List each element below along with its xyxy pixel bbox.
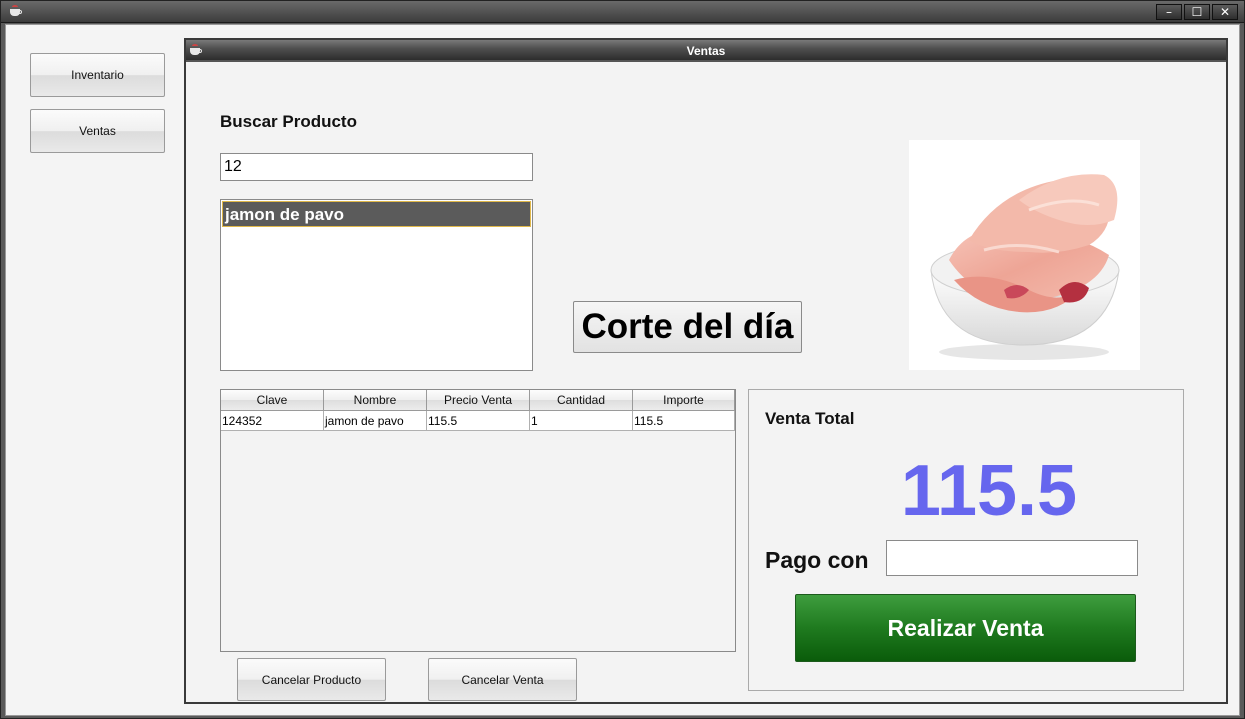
buscar-producto-label: Buscar Producto (220, 112, 357, 131)
close-button[interactable]: ✕ (1212, 4, 1238, 20)
minimize-button[interactable]: – (1156, 4, 1182, 20)
cell-clave[interactable]: 124352 (221, 411, 324, 431)
ventas-button[interactable]: Ventas (30, 109, 165, 153)
ventas-titlebar[interactable]: Ventas (186, 40, 1226, 62)
column-header-cantidad[interactable]: Cantidad (530, 390, 633, 411)
corte-del-dia-button[interactable]: Corte del día (573, 301, 802, 353)
product-image (909, 140, 1140, 370)
realizar-venta-button[interactable]: Realizar Venta (795, 594, 1136, 662)
search-input[interactable] (220, 153, 533, 181)
inventario-button[interactable]: Inventario (30, 53, 165, 97)
table-row[interactable]: 124352 jamon de pavo 115.5 1 115.5 (221, 411, 735, 431)
pago-con-label: Pago con (765, 547, 869, 573)
main-window: – ☐ ✕ Inventario Ventas Ventas Buscar Pr… (0, 0, 1245, 719)
total-amount: 115.5 (900, 451, 1078, 531)
ventas-title: Ventas (686, 44, 726, 58)
sales-table[interactable]: Clave Nombre Precio Venta Cantidad Impor… (220, 389, 736, 652)
maximize-button[interactable]: ☐ (1184, 4, 1210, 20)
cancel-sale-button[interactable]: Cancelar Venta (428, 658, 577, 701)
window-controls: – ☐ ✕ (1156, 4, 1238, 20)
ventas-internal-frame: Ventas Buscar Producto jamon de pavo Cor… (184, 38, 1228, 704)
product-result-list[interactable]: jamon de pavo (220, 199, 533, 371)
cancel-product-button[interactable]: Cancelar Producto (237, 658, 386, 701)
main-content: Inventario Ventas Ventas Buscar Producto… (5, 24, 1240, 716)
venta-total-label: Venta Total (765, 409, 855, 428)
column-header-precio-venta[interactable]: Precio Venta (427, 390, 530, 411)
ham-bowl-illustration (930, 174, 1120, 360)
list-item-selected[interactable]: jamon de pavo (222, 201, 531, 227)
column-header-clave[interactable]: Clave (221, 390, 324, 411)
table-header: Clave Nombre Precio Venta Cantidad Impor… (221, 390, 735, 411)
payment-input[interactable] (886, 540, 1138, 576)
total-panel: Venta Total 115.5 Pago con Realizar Vent… (748, 389, 1184, 691)
java-cup-icon (9, 5, 23, 17)
cell-nombre[interactable]: jamon de pavo (324, 411, 427, 431)
column-header-importe[interactable]: Importe (633, 390, 735, 411)
cell-precio-venta[interactable]: 115.5 (427, 411, 530, 431)
column-header-nombre[interactable]: Nombre (324, 390, 427, 411)
cell-cantidad[interactable]: 1 (530, 411, 633, 431)
cell-importe[interactable]: 115.5 (633, 411, 735, 431)
main-titlebar[interactable]: – ☐ ✕ (1, 1, 1244, 23)
